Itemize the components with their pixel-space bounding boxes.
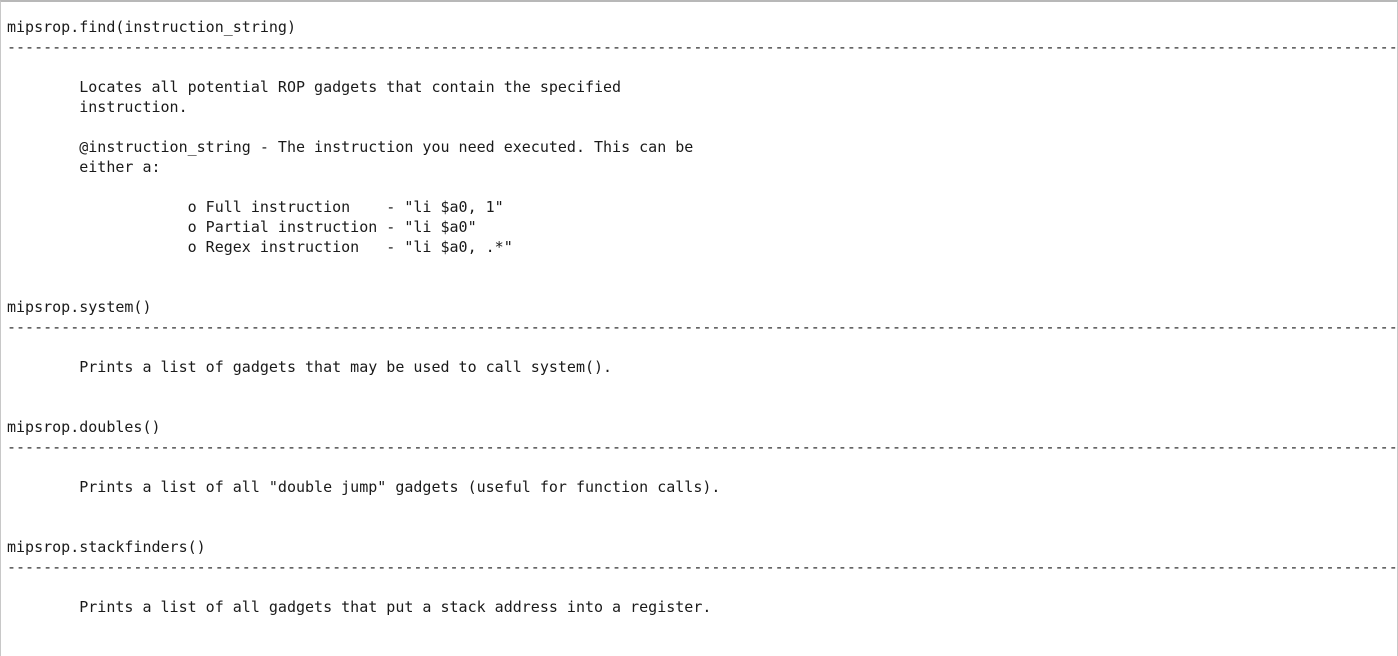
find-param-line-2: either a: — [7, 158, 161, 176]
separator-line: ----------------------------------------… — [7, 318, 1398, 336]
heading-doubles: mipsrop.doubles() — [7, 418, 161, 436]
find-description-line-2: instruction. — [7, 98, 188, 116]
find-option-regex: o Regex instruction - "li $a0, .*" — [7, 238, 513, 256]
stackfinders-description: Prints a list of all gadgets that put a … — [7, 598, 712, 616]
heading-find: mipsrop.find(instruction_string) — [7, 18, 296, 36]
text-viewer-pane: mipsrop.find(instruction_string) --------… — [0, 0, 1398, 656]
system-description: Prints a list of gadgets that may be use… — [7, 358, 613, 376]
find-option-full: o Full instruction - "li $a0, 1" — [7, 198, 504, 216]
separator-line: ----------------------------------------… — [7, 438, 1398, 456]
heading-system: mipsrop.system() — [7, 298, 152, 316]
help-text-content: mipsrop.find(instruction_string) --------… — [7, 17, 1398, 637]
separator-line: ----------------------------------------… — [7, 38, 1398, 56]
find-param-line-1: @instruction_string - The instruction yo… — [7, 138, 694, 156]
heading-stackfinders: mipsrop.stackfinders() — [7, 538, 206, 556]
separator-line: ----------------------------------------… — [7, 558, 1398, 576]
find-option-partial: o Partial instruction - "li $a0" — [7, 218, 477, 236]
doubles-description: Prints a list of all "double jump" gadge… — [7, 478, 721, 496]
find-description-line-1: Locates all potential ROP gadgets that c… — [7, 78, 622, 96]
